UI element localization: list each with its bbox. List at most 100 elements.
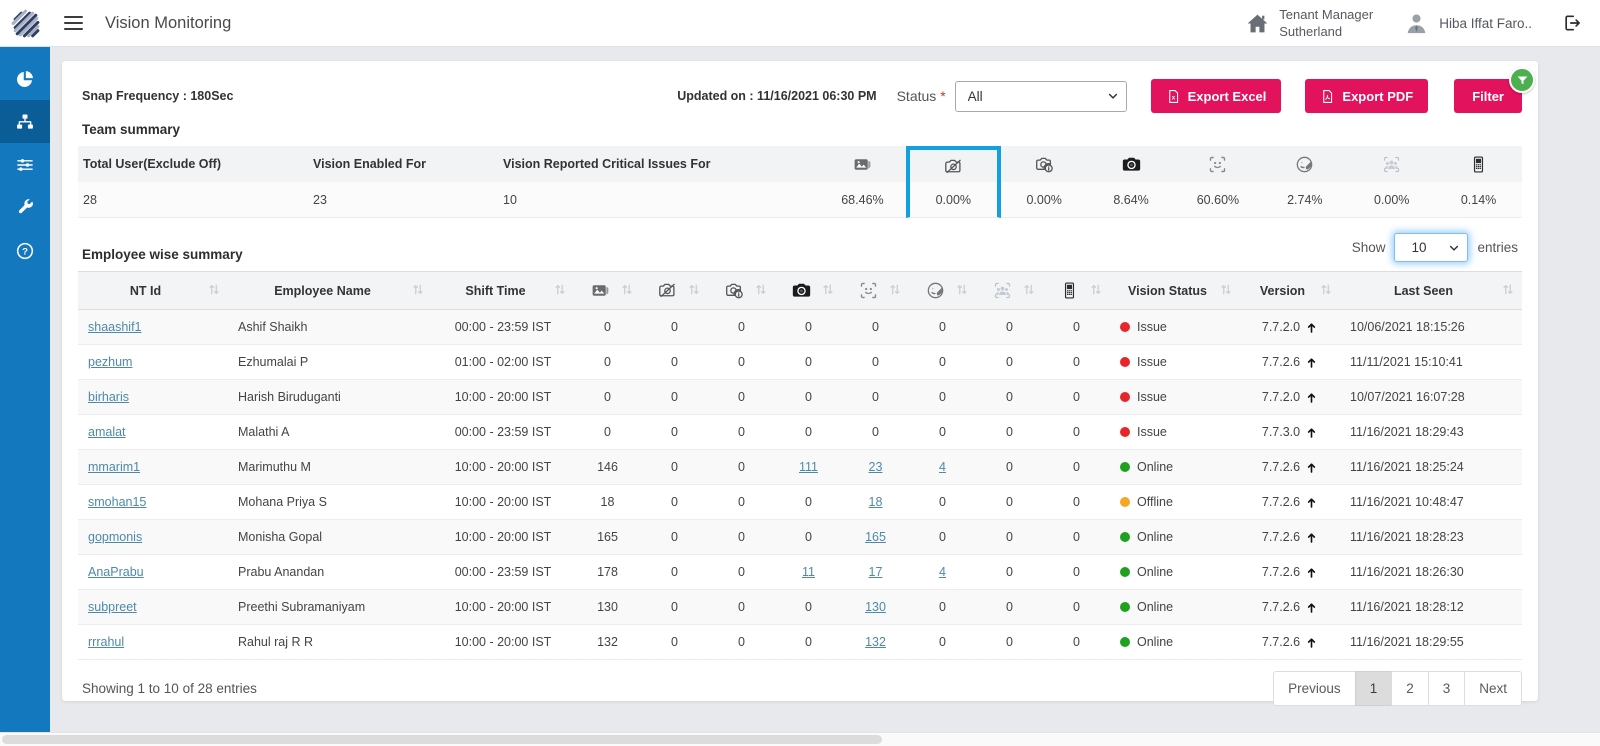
col-header-face-covered-icon[interactable] xyxy=(909,271,976,310)
upgrade-icon[interactable] xyxy=(1305,321,1318,334)
ntid-link[interactable]: subpreet xyxy=(88,600,137,614)
pagination-next[interactable]: Next xyxy=(1464,671,1522,706)
col-header-label: Version xyxy=(1259,283,1306,298)
version-cell: 7.7.2.0 xyxy=(1240,379,1340,415)
col-header-camera-icon[interactable] xyxy=(775,271,842,310)
col-header-mobile-icon[interactable] xyxy=(1043,271,1110,310)
sidebar-item-pie-chart[interactable] xyxy=(0,57,50,100)
count-link[interactable]: 23 xyxy=(869,460,883,474)
count-cell: 0 xyxy=(708,589,775,625)
team-summary-value: 68.46% xyxy=(819,182,906,218)
upgrade-icon[interactable] xyxy=(1305,356,1318,369)
count-cell: 0 xyxy=(842,344,909,380)
export-excel-button[interactable]: x Export Excel xyxy=(1150,79,1282,113)
ntid-link[interactable]: smohan15 xyxy=(88,495,146,509)
sidebar-item-sitemap[interactable] xyxy=(0,100,50,143)
upgrade-icon[interactable] xyxy=(1305,426,1318,439)
col-header-camera-off-icon[interactable] xyxy=(641,271,708,310)
tenant-switcher[interactable]: Tenant Manager Sutherland xyxy=(1245,6,1373,40)
critical-issues-value: 10 xyxy=(503,182,819,218)
shift-time-cell: 01:00 - 02:00 IST xyxy=(432,344,574,380)
version-cell: 7.7.2.6 xyxy=(1240,449,1340,485)
upgrade-icon[interactable] xyxy=(1305,461,1318,474)
col-header-shift-time[interactable]: Shift Time xyxy=(432,271,574,310)
version-cell: 7.7.2.6 xyxy=(1240,344,1340,380)
svg-text:?: ? xyxy=(22,246,28,257)
toolbar: Snap Frequency : 180Sec Updated on : 11/… xyxy=(78,67,1535,114)
ntid-link[interactable]: shaashif1 xyxy=(88,320,142,334)
ntid-link[interactable]: rrrahul xyxy=(88,635,124,649)
sidebar-item-sliders[interactable] xyxy=(0,143,50,186)
shift-time-cell: 10:00 - 20:00 IST xyxy=(432,624,574,660)
page-size-select[interactable]: 10 xyxy=(1394,233,1469,262)
col-header-multiple-people-icon[interactable] xyxy=(976,271,1043,310)
pagination-2[interactable]: 2 xyxy=(1391,671,1429,706)
col-header-version[interactable]: Version xyxy=(1240,271,1340,310)
ntid-link[interactable]: birharis xyxy=(88,390,129,404)
count-link[interactable]: 11 xyxy=(802,565,815,579)
count-link[interactable]: 4 xyxy=(939,460,946,474)
count-link[interactable]: 132 xyxy=(865,635,886,649)
pagination-previous[interactable]: Previous xyxy=(1273,671,1356,706)
vision-status-cell: Issue xyxy=(1110,379,1240,415)
version-text: 7.7.2.6 xyxy=(1261,565,1301,579)
employee-table: NT Id Employee Name Shift Time Vision Statu… xyxy=(78,271,1522,660)
hamburger-menu-icon[interactable] xyxy=(64,16,83,30)
table-row: mmarim1 Marimuthu M 10:00 - 20:00 IST 146 0 0… xyxy=(78,449,1522,485)
filter-button[interactable]: Filter xyxy=(1454,67,1535,113)
pagination-1[interactable]: 1 xyxy=(1354,671,1393,706)
col-header-face-scan-icon[interactable] xyxy=(842,271,909,310)
pagination-3[interactable]: 3 xyxy=(1427,671,1466,706)
col-header-image-icon[interactable] xyxy=(574,271,641,310)
filter-icon xyxy=(1516,74,1529,87)
count-cell: 165 xyxy=(574,519,641,555)
col-header-label: Shift Time xyxy=(465,283,526,298)
horizontal-scrollbar[interactable] xyxy=(0,732,1600,746)
count-link[interactable]: 17 xyxy=(869,565,883,579)
ntid-link[interactable]: amalat xyxy=(88,425,126,439)
upgrade-icon[interactable] xyxy=(1305,496,1318,509)
count-link[interactable]: 111 xyxy=(799,460,818,474)
sidebar-item-help[interactable]: ? xyxy=(0,229,50,272)
count-link[interactable]: 130 xyxy=(865,600,886,614)
upgrade-icon[interactable] xyxy=(1305,601,1318,614)
upgrade-icon[interactable] xyxy=(1305,636,1318,649)
status-label: Issue xyxy=(1137,390,1167,404)
version-text: 7.7.2.6 xyxy=(1261,600,1301,614)
show-label: Show xyxy=(1351,240,1386,255)
updated-on-text: Updated on : 11/16/2021 06:30 PM xyxy=(677,89,877,103)
logout-icon[interactable] xyxy=(1562,13,1582,33)
employee-name-cell: Ashif Shaikh xyxy=(228,309,432,345)
col-header-camera-info-icon[interactable] xyxy=(708,271,775,310)
table-row: gopmonis Monisha Gopal 10:00 - 20:00 IST 16… xyxy=(78,519,1522,555)
upgrade-icon[interactable] xyxy=(1305,531,1318,544)
count-link[interactable]: 18 xyxy=(869,495,883,509)
count-cell: 0 xyxy=(574,379,641,415)
count-cell: 17 xyxy=(842,554,909,590)
count-cell: 0 xyxy=(1043,379,1110,415)
count-cell: 0 xyxy=(708,484,775,520)
scrollbar-thumb[interactable] xyxy=(2,735,882,744)
sidebar-item-wrench[interactable] xyxy=(0,186,50,229)
count-cell: 0 xyxy=(708,624,775,660)
col-header-nt-id[interactable]: NT Id xyxy=(78,271,228,310)
ntid-link[interactable]: mmarim1 xyxy=(88,460,140,474)
status-select[interactable]: All xyxy=(954,80,1127,112)
upgrade-icon[interactable] xyxy=(1305,391,1318,404)
ntid-link[interactable]: gopmonis xyxy=(88,530,142,544)
count-link[interactable]: 165 xyxy=(865,530,886,544)
col-header-last-seen[interactable]: Last Seen xyxy=(1340,271,1522,310)
count-link[interactable]: 4 xyxy=(939,565,946,579)
status-label: Online xyxy=(1137,600,1174,614)
team-summary-col-image-icon xyxy=(819,146,906,182)
pie-chart-icon xyxy=(15,69,35,89)
col-header-vision-status[interactable]: Vision Status xyxy=(1110,271,1240,310)
count-cell: 18 xyxy=(842,484,909,520)
col-header-employee-name[interactable]: Employee Name xyxy=(228,271,432,310)
export-pdf-button[interactable]: Export PDF xyxy=(1305,79,1429,113)
app-logo[interactable] xyxy=(0,0,50,46)
ntid-link[interactable]: AnaPrabu xyxy=(88,565,144,579)
upgrade-icon[interactable] xyxy=(1305,566,1318,579)
ntid-link[interactable]: pezhum xyxy=(88,355,132,369)
user-menu[interactable]: Hiba Iffat Faro.. xyxy=(1403,10,1532,37)
